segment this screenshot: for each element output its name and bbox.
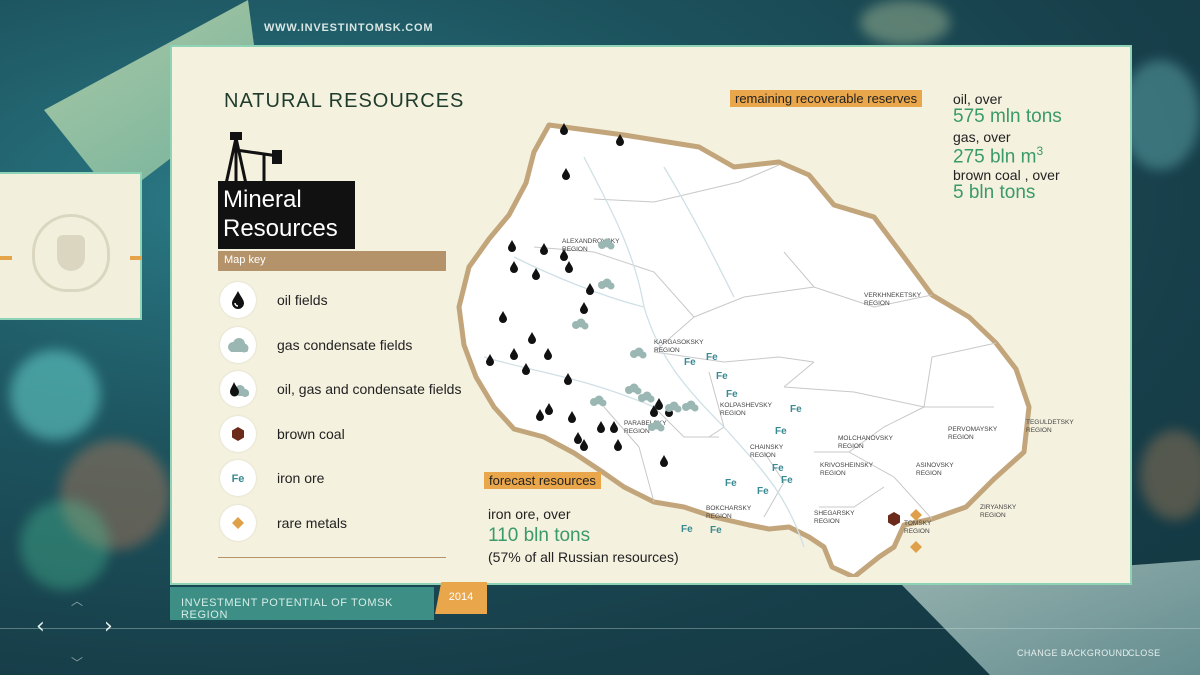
iron-ore-marker: Fe [757, 486, 769, 497]
iron-ore-marker: Fe [781, 475, 793, 486]
year-tag: 2014 [435, 582, 487, 614]
iron-ore-marker: Fe [790, 404, 802, 415]
gas-reserve-number: 275 bln m [953, 146, 1037, 168]
oil-reserve-label: oil, over [953, 91, 1003, 107]
key-label: gas condensate fields [277, 336, 413, 353]
reserves-badge: remaining recoverable reserves [730, 90, 923, 107]
rare-metals-marker [910, 541, 922, 553]
key-item-oil-gas-condensate: oil, gas and condensate fields [218, 368, 478, 413]
iron-ore-marker: Fe [684, 357, 696, 368]
nav-divider [0, 628, 1200, 629]
oil-derrick-icon [224, 132, 282, 186]
key-item-oil-fields: oil fields [218, 279, 478, 324]
key-item-iron-ore: Fe iron ore [218, 457, 478, 502]
coal-reserve-value: 5 bln tons [953, 182, 1036, 203]
map-key-header: Map key [218, 251, 446, 271]
fe-glyph: Fe [232, 473, 245, 485]
gas-reserve-value: 275 bln m3 [953, 144, 1043, 168]
forecast-label: iron ore, over [488, 506, 571, 522]
bokeh-light [60, 440, 170, 550]
section-title-line: Resources [223, 215, 338, 242]
forecast-note: (57% of all Russian resources) [488, 549, 679, 565]
oil-reserve-value: 575 mln tons [953, 106, 1062, 127]
section-title-box: Mineral Resources [218, 181, 355, 249]
side-crest-card[interactable] [0, 172, 142, 320]
iron-ore-marker: Fe [775, 426, 787, 437]
oil-gas-condensate-icon [220, 371, 256, 408]
brown-coal-hexagon-icon [220, 415, 256, 452]
coal-reserve-label: brown coal , over [953, 167, 1060, 183]
bokeh-light [20, 500, 110, 590]
next-arrow-icon[interactable]: › [104, 614, 113, 639]
key-label: rare metals [277, 514, 348, 531]
rare-metals-diamond-icon [220, 504, 256, 541]
iron-ore-marker: Fe [706, 352, 718, 363]
page-title: NATURAL RESOURCES [224, 90, 465, 112]
bokeh-light [860, 0, 950, 45]
divider [218, 557, 446, 558]
forecast-value: 110 bln tons [488, 525, 591, 546]
chevron-down-icon[interactable]: ﹀ [66, 654, 88, 670]
bokeh-light [10, 350, 100, 440]
tomsk-crest-icon [32, 214, 110, 292]
oil-drop-icon [220, 282, 256, 318]
bokeh-light [1140, 430, 1200, 520]
key-label: brown coal [277, 425, 345, 442]
key-item-brown-coal: brown coal [218, 413, 478, 458]
footer-title-bar: INVESTMENT POTENTIAL OF TOMSK REGION [170, 587, 434, 621]
side-marker [130, 256, 142, 260]
gas-cloud-icon [220, 326, 256, 363]
side-marker [0, 256, 12, 260]
section-title-line: Mineral [223, 186, 302, 213]
bokeh-light [1120, 60, 1200, 170]
iron-ore-marker: Fe [710, 525, 722, 536]
change-background-button[interactable]: CHANGE BACKGROUND [1017, 648, 1129, 658]
map-key-list: oil fields gas condensate fields oil, ga… [218, 279, 478, 547]
key-item-gas-condensate: gas condensate fields [218, 324, 478, 369]
iron-ore-marker: Fe [681, 524, 693, 535]
key-label: oil fields [277, 292, 328, 308]
iron-ore-fe-icon: Fe [220, 460, 256, 497]
key-label: oil, gas and condensate fields [277, 381, 462, 398]
close-button[interactable]: CLOSE [1128, 648, 1161, 658]
chevron-up-icon[interactable]: ︿ [66, 592, 88, 608]
iron-ore-marker: Fe [725, 478, 737, 489]
site-url[interactable]: WWW.INVESTINTOMSK.COM [264, 22, 433, 34]
iron-ore-marker: Fe [716, 371, 728, 382]
region-label: ZIRYANSKY REGION [980, 504, 1017, 519]
gas-reserve-label: gas, over [953, 129, 1011, 145]
region-label: TEGULDETSKY REGION [1026, 419, 1074, 434]
region-label: TOMSKY REGION [904, 520, 932, 535]
key-item-rare-metals: rare metals [218, 502, 478, 547]
prev-arrow-icon[interactable]: ‹ [36, 614, 45, 639]
gas-unit-superscript: 3 [1036, 144, 1044, 158]
iron-ore-marker: Fe [772, 463, 784, 474]
forecast-badge: forecast resources [484, 472, 601, 489]
content-panel: NATURAL RESOURCES Mineral Resources Map … [170, 45, 1132, 585]
key-label: iron ore [277, 470, 325, 487]
iron-ore-marker: Fe [726, 389, 738, 400]
